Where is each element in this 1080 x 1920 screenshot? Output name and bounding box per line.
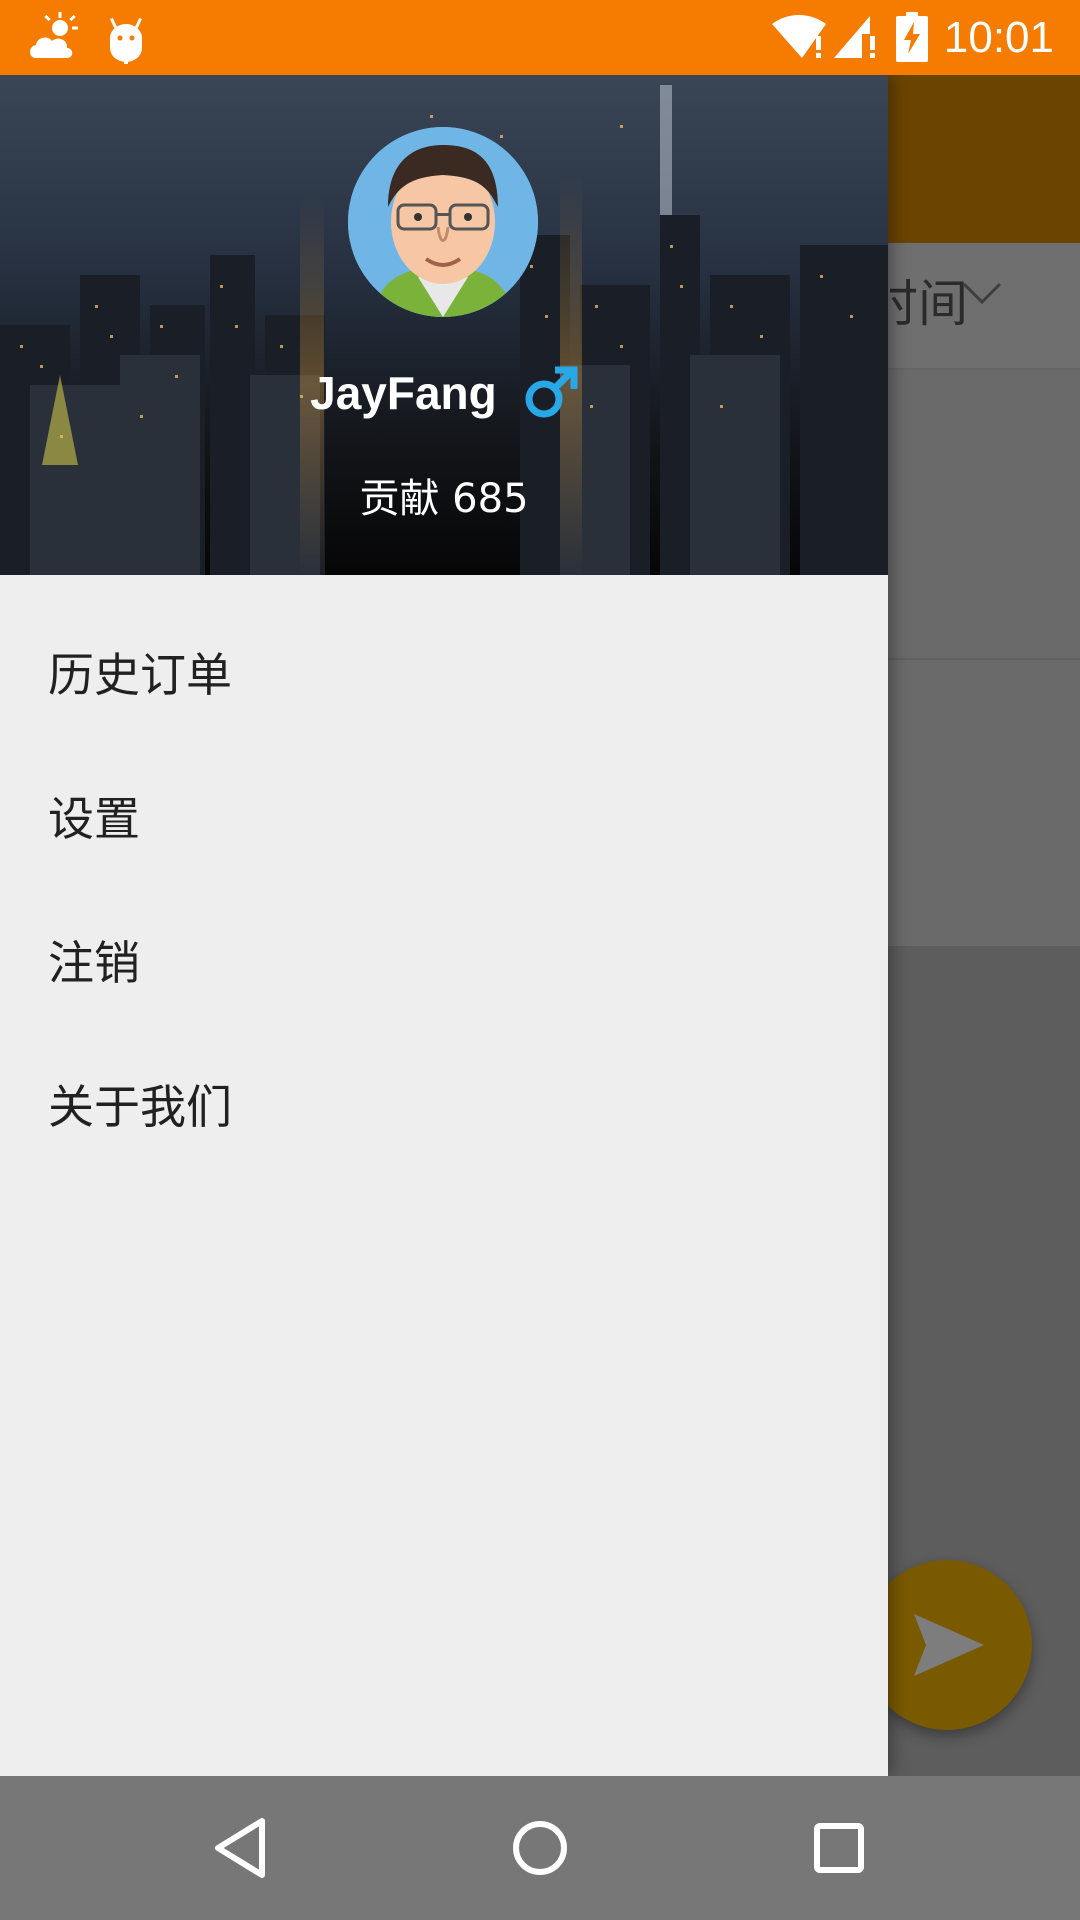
status-bar: 10:01 bbox=[0, 0, 1080, 75]
weather-cloud-sun-icon bbox=[26, 12, 82, 68]
menu-item-settings[interactable]: 设置 bbox=[0, 744, 888, 888]
battery-charging-icon bbox=[896, 12, 928, 66]
navigation-drawer: JayFang 贡献 685 历史订单 设置 注销 关于我们 bbox=[0, 75, 888, 1776]
home-button[interactable] bbox=[495, 1803, 585, 1893]
android-debug-icon bbox=[106, 12, 146, 68]
recents-icon bbox=[814, 1823, 864, 1873]
menu-item-logout[interactable]: 注销 bbox=[0, 888, 888, 1032]
user-name: JayFang bbox=[310, 367, 497, 419]
drawer-header: JayFang 贡献 685 bbox=[0, 75, 888, 575]
screen: 10:01 时间 JayFang 贡献 685 历史订单 设置 注销 关于我们 bbox=[0, 0, 1080, 1920]
avatar-cartoon-face bbox=[348, 127, 538, 317]
back-icon bbox=[215, 1818, 265, 1878]
menu-item-about-us[interactable]: 关于我们 bbox=[0, 1032, 888, 1176]
menu-item-order-history[interactable]: 历史订单 bbox=[0, 600, 888, 744]
home-icon bbox=[513, 1821, 567, 1875]
user-name-row: JayFang bbox=[0, 363, 888, 423]
male-symbol-icon bbox=[522, 365, 578, 421]
back-button[interactable] bbox=[196, 1803, 286, 1893]
system-navigation-bar bbox=[0, 1776, 1080, 1920]
status-time: 10:01 bbox=[943, 13, 1054, 62]
drawer-menu: 历史订单 设置 注销 关于我们 bbox=[0, 600, 888, 1176]
recents-button[interactable] bbox=[794, 1803, 884, 1893]
chevron-down-icon bbox=[962, 282, 1002, 310]
send-icon bbox=[914, 1614, 984, 1676]
cell-signal-alert-icon bbox=[832, 14, 878, 64]
wifi-alert-icon bbox=[770, 14, 828, 64]
contribution-count: 贡献 685 bbox=[359, 476, 529, 522]
avatar[interactable] bbox=[348, 127, 538, 317]
